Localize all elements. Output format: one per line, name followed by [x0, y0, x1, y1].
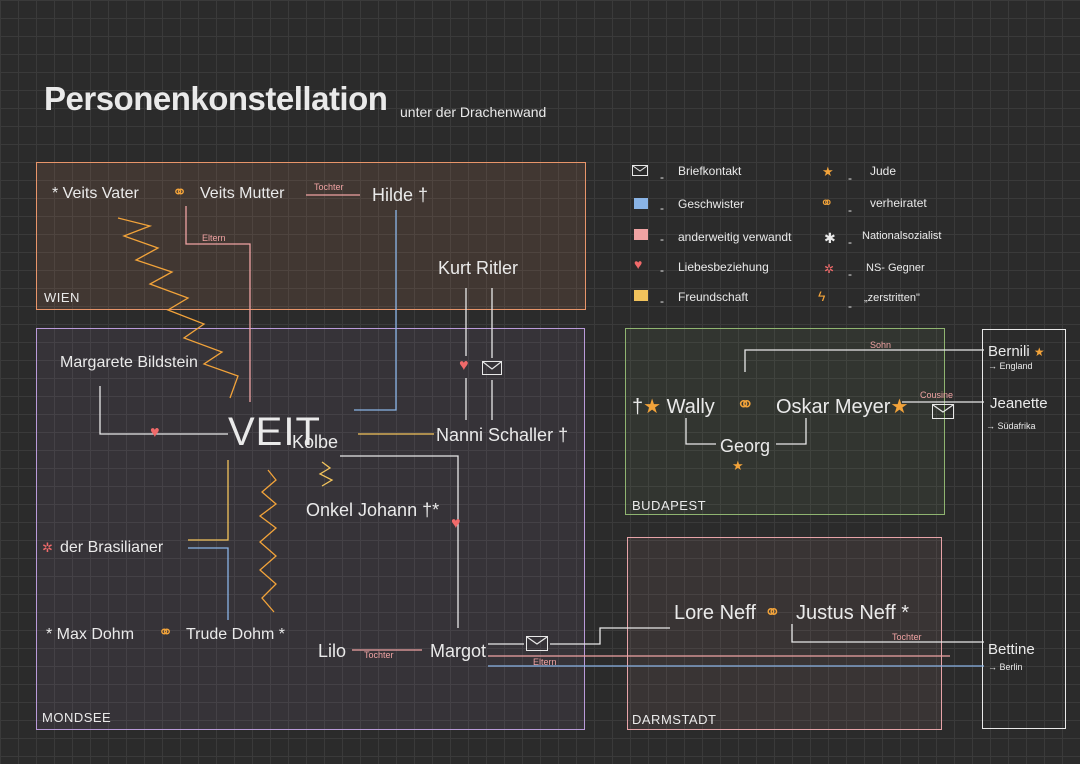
ns-gegner-icon: ✲ [42, 540, 53, 555]
tochter-bettine-line [791, 624, 984, 643]
heart-icon-margarete: ♥ [150, 424, 160, 441]
georg-oskar-line [776, 418, 807, 445]
star-icon-bernili: ★ [1033, 345, 1045, 359]
asterisk-icon-legend: ✱ [824, 230, 836, 246]
person-wally-label: Wally [666, 396, 715, 418]
hilde-veit-line [354, 210, 397, 411]
person-wally: †★ Wally [632, 394, 715, 419]
envelope-icon-legend [632, 165, 648, 176]
region-label-wien: WIEN [44, 290, 80, 305]
legend-label-jude: Jude [870, 164, 897, 178]
legend-label-zerstritten: „zerstritten" [864, 292, 920, 304]
margarete-veit-line [99, 386, 228, 435]
person-hilde: Hilde † [372, 185, 429, 205]
person-margarete-bildstein: Margarete Bildstein [60, 354, 198, 371]
person-trude-dohm: Trude Dohm * [186, 626, 285, 643]
legend-label-liebe: Liebesbeziehung [678, 260, 769, 274]
region-label-mondsee: MONDSEE [42, 710, 112, 725]
person-bernili-label: Bernili [988, 343, 1030, 360]
star-icon-legend: ★ [822, 164, 834, 179]
person-veits-vater: * Veits Vater [52, 185, 139, 202]
legend-label-briefkontakt: Briefkontakt [678, 164, 742, 178]
envelope-lore-line [550, 627, 670, 645]
rings-icon-darmstadt: ⚭ [764, 602, 781, 624]
page-title: Personenkonstellation [44, 80, 388, 117]
star-icon: ★ [643, 396, 662, 418]
legend-label-nationalsozialist: Nationalsozialist [862, 230, 942, 242]
legend-label-ns-gegner: NS- Gegner [866, 262, 925, 274]
relation-label-tochter-bettine: Tochter [892, 632, 922, 642]
envelope-icon-oskar [932, 404, 954, 419]
star-icon-georg: ★ [732, 458, 744, 473]
relation-label-sohn: Sohn [870, 340, 892, 350]
heart-icon: ♥ [459, 357, 469, 374]
person-kolbe: Kolbe [292, 432, 339, 452]
relation-label-tochter-lilo: Tochter [364, 650, 394, 660]
cross-icon: † [632, 396, 644, 418]
rings-icon: ⚭ [172, 182, 188, 202]
bernili-destination: → England [988, 361, 1033, 371]
person-bernili: Bernili ★ [988, 343, 1045, 360]
georg-wally-line [685, 418, 716, 445]
envelope-icon [482, 361, 502, 375]
region-label-budapest: BUDAPEST [632, 498, 707, 513]
region-label-darmstadt: DARMSTADT [632, 712, 717, 727]
person-max-dohm: * Max Dohm [46, 626, 135, 643]
legend-label-verheiratet: verheiratet [870, 196, 927, 210]
relation-label-cousine: Cousine [920, 390, 954, 400]
person-georg: Georg [720, 436, 771, 456]
rings-icon-legend: ⚭ [820, 195, 834, 212]
kolbe-onkel-zigzag [318, 461, 334, 487]
relation-label-eltern-margot: Eltern [533, 657, 557, 667]
legend-dashes-right: ----- [848, 171, 852, 313]
jeanette-destination: → Südafrika [986, 421, 1036, 431]
person-lore-neff: Lore Neff [674, 602, 756, 624]
veit-margot-line [340, 455, 459, 628]
envelope-icon-margot [526, 636, 548, 651]
rings-icon-dohm: ⚭ [158, 622, 174, 642]
star-icon-oskar: ★ [890, 396, 909, 418]
page-subtitle: unter der Drachenwand [400, 104, 547, 120]
person-oskar-meyer: Oskar Meyer★ [776, 394, 908, 419]
person-margot: Margot [430, 641, 487, 661]
person-lilo: Lilo [318, 641, 347, 661]
zigzag-icon-legend: ϟ [818, 288, 826, 304]
sohn-line [744, 349, 984, 372]
person-jeanette: Jeanette [990, 395, 1048, 412]
freundschaft-swatch [634, 290, 648, 301]
verwandt-swatch [634, 229, 648, 240]
person-veits-mutter: Veits Mutter [200, 185, 285, 202]
rings-icon-budapest: ⚭ [736, 392, 755, 417]
bettine-destination: → Berlin [988, 662, 1023, 672]
relation-label-eltern: Eltern [202, 233, 226, 243]
legend-label-geschwister: Geschwister [678, 197, 745, 211]
person-der-brasilianer: der Brasilianer [60, 539, 164, 556]
legend-label-freundschaft: Freundschaft [678, 290, 749, 304]
brasilianer-veit-line [188, 460, 229, 541]
ns-gegner-icon-legend: ✲ [824, 262, 835, 276]
person-oskar-label: Oskar Meyer [776, 396, 891, 418]
person-kurt-ritler: Kurt Ritler [438, 258, 519, 278]
person-nanni-schaller: Nanni Schaller † [436, 425, 569, 445]
legend-label-verwandt: anderweitig verwandt [678, 230, 792, 244]
heart-icon-legend: ♥ [634, 256, 643, 272]
veit-max-zigzag [258, 469, 278, 613]
legend-dashes: ----- [660, 170, 664, 308]
heart-icon-margot: ♥ [451, 515, 461, 532]
brasilianer-dohm-line [188, 547, 229, 620]
person-justus-neff: Justus Neff * [796, 602, 910, 624]
relation-label-tochter: Tochter [314, 182, 344, 192]
geschwister-swatch [634, 198, 648, 209]
person-onkel-johann: Onkel Johann †* [306, 500, 440, 520]
person-bettine: Bettine [988, 641, 1035, 658]
